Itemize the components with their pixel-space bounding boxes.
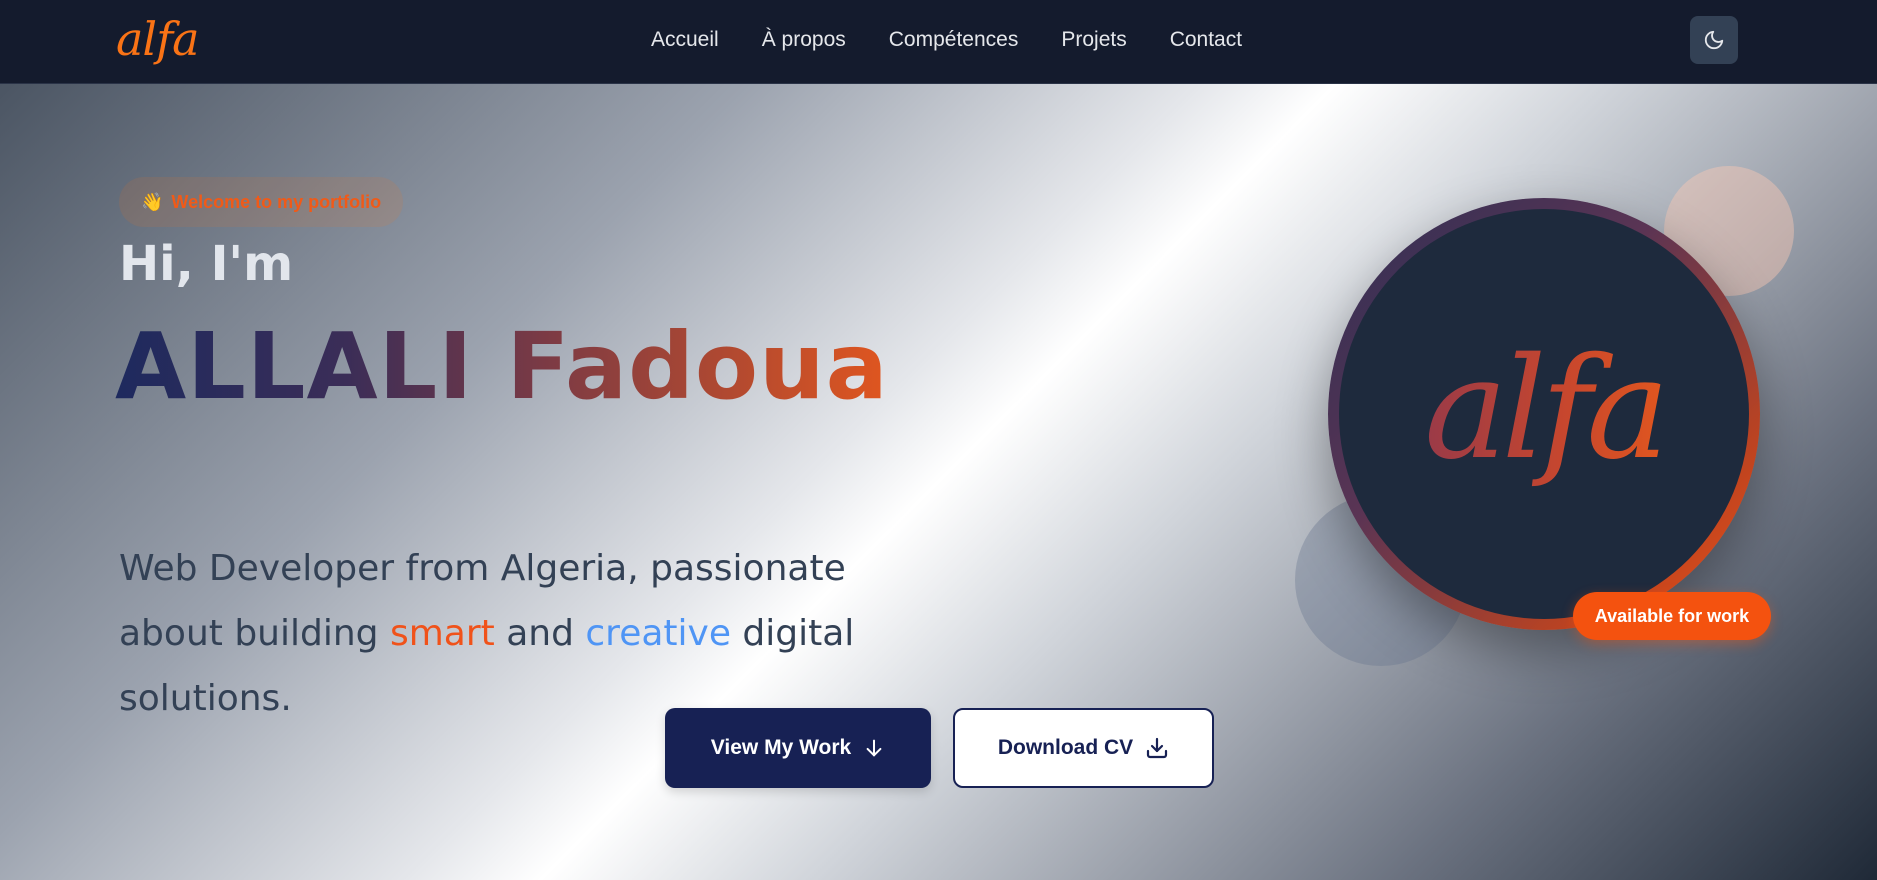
logo[interactable]: alfa (116, 12, 200, 66)
welcome-text: Welcome to my portfolio (171, 191, 382, 212)
navbar: alfa Accueil À propos Compétences Projet… (0, 0, 1877, 84)
nav-link-projets[interactable]: Projets (1061, 28, 1126, 52)
greeting: Hi, I'm (119, 236, 294, 292)
theme-toggle-button[interactable] (1690, 16, 1738, 64)
download-cv-button[interactable]: Download CV (953, 708, 1214, 788)
nav-link-accueil[interactable]: Accueil (651, 28, 719, 52)
nav-link-a-propos[interactable]: À propos (762, 28, 846, 52)
wave-icon: 👋 (141, 191, 164, 212)
avatar: alfa (1339, 209, 1749, 619)
arrow-down-icon (866, 739, 882, 757)
intro-part-2: and (494, 613, 586, 654)
nav-link-contact[interactable]: Contact (1170, 28, 1242, 52)
intro-highlight-smart: smart (389, 613, 495, 654)
hero-name: ALLALI Fadoua (115, 312, 889, 422)
view-my-work-button[interactable]: View My Work (665, 708, 931, 788)
welcome-badge: 👋 Welcome to my portfolio (119, 177, 404, 227)
avatar-logo-text: alfa (1424, 327, 1670, 491)
intro-text: Web Developer from Algeria, passionate a… (119, 536, 899, 731)
hero-section: 👋 Welcome to my portfolio Hi, I'm ALLALI… (0, 84, 1877, 880)
intro-highlight-creative: creative (585, 613, 731, 654)
moon-icon (1704, 30, 1724, 50)
view-my-work-label: View My Work (710, 736, 852, 759)
nav-links: Accueil À propos Compétences Projets Con… (651, 28, 1242, 52)
nav-link-competences[interactable]: Compétences (889, 28, 1019, 52)
availability-badge: Available for work (1573, 592, 1771, 640)
download-cv-label: Download CV (997, 736, 1134, 759)
download-icon (1147, 737, 1168, 759)
